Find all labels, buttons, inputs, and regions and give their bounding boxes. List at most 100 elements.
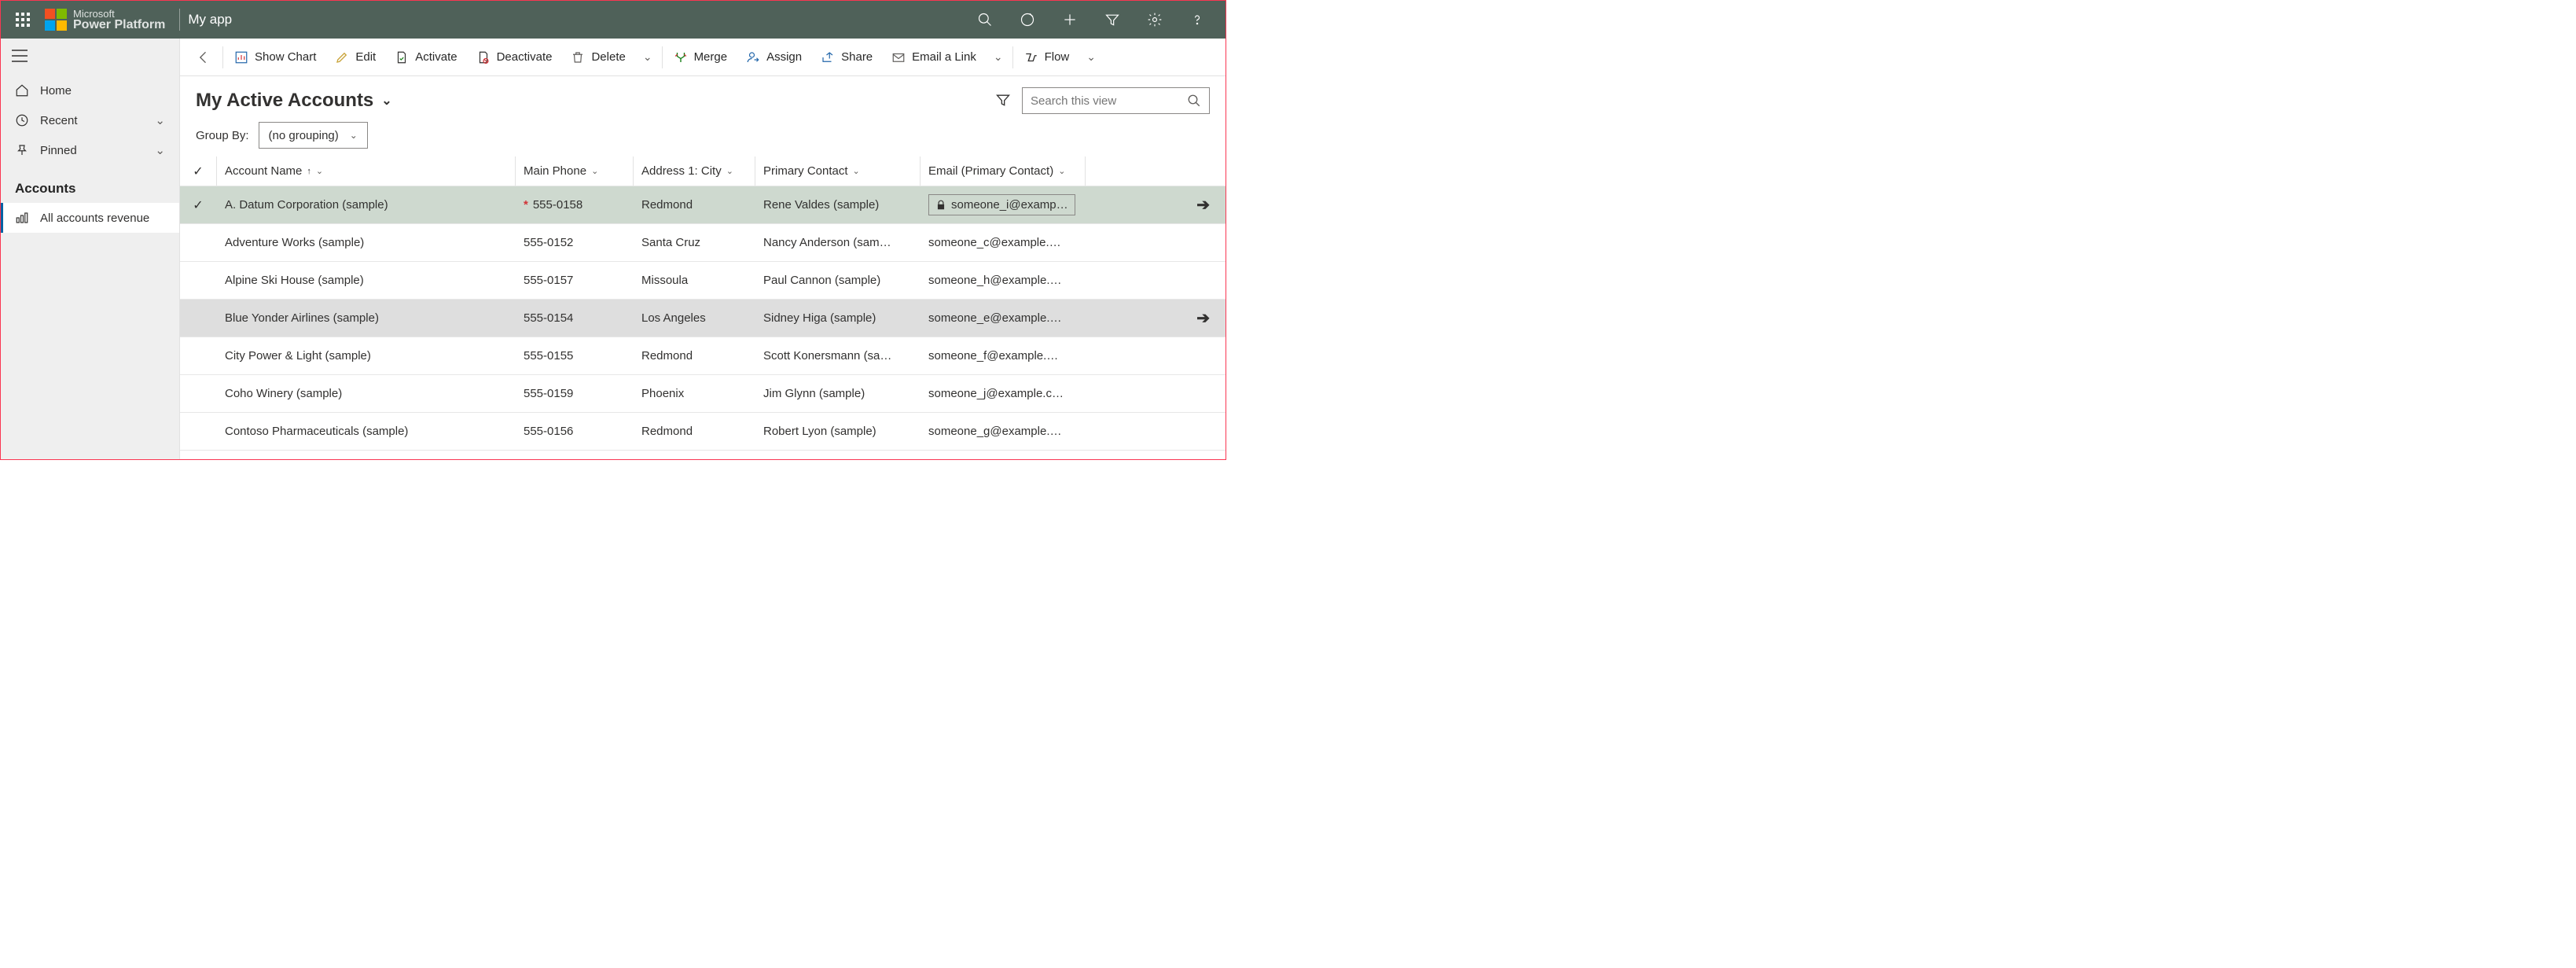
sidebar: Home Recent ⌄ Pinned ⌄ Accounts All acco…	[1, 39, 180, 459]
cell-primary-contact[interactable]: Nancy Anderson (sam…	[755, 236, 920, 249]
back-button[interactable]	[186, 50, 221, 65]
delete-button[interactable]: Delete	[561, 46, 634, 69]
sidebar-item-home[interactable]: Home	[1, 75, 179, 105]
document-check-icon	[395, 50, 409, 64]
column-header-name[interactable]: Account Name ↑ ⌄	[216, 156, 515, 186]
brand-line2: Power Platform	[73, 19, 165, 31]
row-navigate[interactable]: ➔	[1085, 308, 1226, 328]
cell-primary-contact[interactable]: Jim Glynn (sample)	[755, 387, 920, 400]
row-checkbox[interactable]: ✓	[180, 197, 216, 213]
view-picker[interactable]: My Active Accounts ⌄	[196, 90, 392, 112]
sidebar-item-recent[interactable]: Recent ⌄	[1, 105, 179, 135]
cell-email[interactable]: someone_h@example.…	[920, 274, 1085, 287]
sidebar-item-all-accounts-revenue[interactable]: All accounts revenue	[1, 203, 179, 233]
search-view-input[interactable]	[1022, 87, 1210, 114]
activate-button[interactable]: Activate	[385, 46, 466, 69]
cell-primary-contact[interactable]: Paul Cannon (sample)	[755, 274, 920, 287]
cell-city[interactable]: Santa Cruz	[633, 236, 755, 249]
cmd-label: Activate	[415, 50, 457, 64]
cell-main-phone[interactable]: 555-0159	[515, 387, 633, 400]
table-row[interactable]: City Power & Light (sample)555-0155Redmo…	[180, 337, 1226, 375]
merge-button[interactable]: Merge	[664, 46, 737, 69]
required-indicator-icon: *	[524, 198, 533, 212]
column-header-phone[interactable]: Main Phone ⌄	[515, 156, 633, 186]
task-icon[interactable]	[1013, 6, 1042, 34]
table-row[interactable]: Adventure Works (sample)555-0152Santa Cr…	[180, 224, 1226, 262]
sidebar-toggle-icon[interactable]	[1, 45, 179, 75]
add-icon[interactable]	[1056, 6, 1084, 34]
cell-city[interactable]: Los Angeles	[633, 311, 755, 325]
flow-dropdown[interactable]: ⌄	[1079, 50, 1104, 64]
cell-primary-contact[interactable]: Sidney Higa (sample)	[755, 311, 920, 325]
search-icon[interactable]	[971, 6, 999, 34]
cell-account-name[interactable]: Adventure Works (sample)	[216, 236, 515, 249]
table-row[interactable]: Coho Winery (sample)555-0159PhoenixJim G…	[180, 375, 1226, 413]
table-row[interactable]: ✓A. Datum Corporation (sample)*555-0158R…	[180, 186, 1226, 224]
share-button[interactable]: Share	[811, 46, 882, 69]
cell-account-name[interactable]: Coho Winery (sample)	[216, 387, 515, 400]
show-chart-button[interactable]: Show Chart	[225, 46, 325, 69]
cell-city[interactable]: Redmond	[633, 425, 755, 438]
cell-email[interactable]: someone_e@example.…	[920, 311, 1085, 325]
cell-email[interactable]: someone_j@example.c…	[920, 387, 1085, 400]
cell-account-name[interactable]: Blue Yonder Airlines (sample)	[216, 311, 515, 325]
cell-main-phone[interactable]: 555-0155	[515, 349, 633, 363]
column-label: Main Phone	[524, 164, 586, 178]
cell-main-phone[interactable]: 555-0154	[515, 311, 633, 325]
column-header-city[interactable]: Address 1: City ⌄	[633, 156, 755, 186]
search-icon	[1187, 94, 1201, 108]
pin-icon	[15, 143, 29, 157]
cell-primary-contact[interactable]: Robert Lyon (sample)	[755, 425, 920, 438]
deactivate-button[interactable]: Deactivate	[467, 46, 562, 69]
cmd-label: Merge	[694, 50, 728, 64]
flow-button[interactable]: Flow	[1015, 46, 1079, 69]
sidebar-item-label: All accounts revenue	[40, 212, 149, 225]
select-all-checkbox[interactable]: ✓	[180, 164, 216, 179]
assign-button[interactable]: Assign	[737, 46, 811, 69]
search-input[interactable]	[1031, 94, 1187, 108]
merge-icon	[674, 50, 688, 64]
email-link-button[interactable]: Email a Link	[882, 46, 986, 69]
sidebar-item-pinned[interactable]: Pinned ⌄	[1, 135, 179, 165]
delete-dropdown[interactable]: ⌄	[635, 50, 660, 64]
cell-main-phone[interactable]: 555-0157	[515, 274, 633, 287]
table-row[interactable]: Contoso Pharmaceuticals (sample)555-0156…	[180, 413, 1226, 451]
cell-account-name[interactable]: Contoso Pharmaceuticals (sample)	[216, 425, 515, 438]
settings-icon[interactable]	[1141, 6, 1169, 34]
cell-primary-contact[interactable]: Scott Konersmann (sa…	[755, 349, 920, 363]
cell-account-name[interactable]: City Power & Light (sample)	[216, 349, 515, 363]
cell-email[interactable]: someone_f@example.…	[920, 349, 1085, 363]
cell-city[interactable]: Phoenix	[633, 387, 755, 400]
sidebar-section-header: Accounts	[1, 165, 179, 203]
cell-main-phone[interactable]: 555-0156	[515, 425, 633, 438]
app-launcher-icon[interactable]	[7, 13, 39, 27]
filter-global-icon[interactable]	[1098, 6, 1126, 34]
table-row[interactable]: Blue Yonder Airlines (sample)555-0154Los…	[180, 300, 1226, 337]
help-icon[interactable]	[1183, 6, 1211, 34]
row-navigate[interactable]: ➔	[1085, 195, 1226, 215]
filter-button[interactable]	[984, 92, 1022, 110]
cell-account-name[interactable]: A. Datum Corporation (sample)	[216, 198, 515, 212]
column-header-contact[interactable]: Primary Contact ⌄	[755, 156, 920, 186]
cell-email[interactable]: someone_g@example.…	[920, 425, 1085, 438]
cell-main-phone[interactable]: 555-0152	[515, 236, 633, 249]
cell-email[interactable]: someone_c@example.…	[920, 236, 1085, 249]
cell-city[interactable]: Redmond	[633, 198, 755, 212]
cmd-label: Deactivate	[497, 50, 553, 64]
column-label: Account Name	[225, 164, 302, 178]
cell-account-name[interactable]: Alpine Ski House (sample)	[216, 274, 515, 287]
groupby-select[interactable]: (no grouping) ⌄	[259, 122, 368, 149]
cell-main-phone[interactable]: *555-0158	[515, 198, 633, 212]
home-icon	[15, 83, 29, 98]
lock-icon	[935, 200, 946, 211]
cmd-label: Assign	[766, 50, 802, 64]
cell-city[interactable]: Missoula	[633, 274, 755, 287]
edit-button[interactable]: Edit	[325, 46, 385, 69]
email-link-dropdown[interactable]: ⌄	[986, 50, 1011, 64]
main-content: Show Chart Edit Activate Deactivate Dele…	[180, 39, 1226, 459]
column-header-email[interactable]: Email (Primary Contact) ⌄	[920, 156, 1085, 186]
cell-city[interactable]: Redmond	[633, 349, 755, 363]
table-row[interactable]: Alpine Ski House (sample)555-0157Missoul…	[180, 262, 1226, 300]
cell-primary-contact[interactable]: Rene Valdes (sample)	[755, 198, 920, 212]
cell-email[interactable]: someone_i@examp…	[920, 194, 1085, 215]
